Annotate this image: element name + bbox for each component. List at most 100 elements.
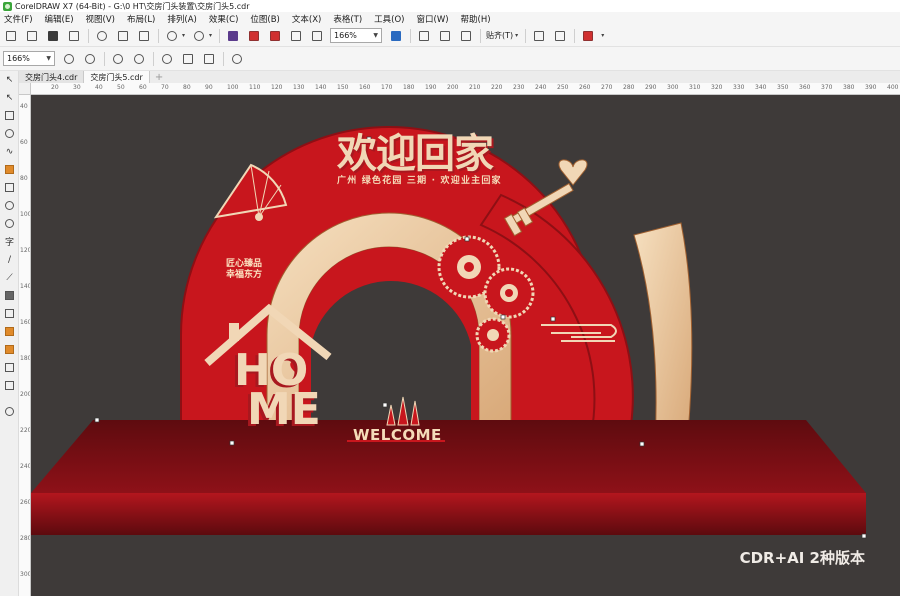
- save-icon[interactable]: [45, 28, 61, 44]
- outline-pen-icon[interactable]: [3, 379, 16, 392]
- drawing-canvas[interactable]: 欢迎回家 广州 绿色花园 三期 · 欢迎业主回家 匠心臻品 幸福东方 HO ME…: [31, 95, 900, 596]
- slogan-line2: 幸福东方: [226, 270, 263, 280]
- interactive-fill-icon[interactable]: [3, 343, 16, 356]
- document-tabs: 交房门头4.cdr 交房门头5.cdr +: [19, 71, 900, 83]
- ruler-h-label: 20: [51, 84, 59, 91]
- zoom-all-objects-icon[interactable]: [131, 51, 147, 67]
- polygon-tool-icon[interactable]: [3, 217, 16, 230]
- toolbar-divider: [158, 28, 159, 43]
- menu-file[interactable]: 文件(F): [4, 13, 33, 25]
- show-guidelines-icon[interactable]: [458, 28, 474, 44]
- color-eyedropper-icon[interactable]: [3, 325, 16, 338]
- toolbar-divider: [574, 28, 576, 43]
- add-toolbar-icon[interactable]: [229, 51, 245, 67]
- ruler-h-label: 370: [821, 84, 833, 91]
- menu-view[interactable]: 视图(V): [86, 13, 115, 25]
- menu-table[interactable]: 表格(T): [333, 13, 362, 25]
- menu-window[interactable]: 窗口(W): [417, 13, 449, 25]
- paste-icon[interactable]: [136, 28, 152, 44]
- ruler-v-label: 140: [20, 283, 31, 290]
- copy-icon[interactable]: [115, 28, 131, 44]
- welcome-screen-icon[interactable]: [531, 28, 547, 44]
- open-folder-icon[interactable]: [24, 28, 40, 44]
- zoom-page-width-icon[interactable]: [180, 51, 196, 67]
- pick-tool-icon[interactable]: ↖: [3, 73, 16, 86]
- publish-pdf-icon[interactable]: [288, 28, 304, 44]
- zoom-level-select[interactable]: 166% ▼: [330, 28, 383, 43]
- dimension-tool-icon[interactable]: ∕: [3, 253, 16, 266]
- color-palette-icon[interactable]: [580, 28, 596, 44]
- ruler-h-label: 270: [601, 84, 613, 91]
- right-gold-pillar: [633, 222, 693, 446]
- show-rulers-icon[interactable]: [416, 28, 432, 44]
- menu-help[interactable]: 帮助(H): [461, 13, 491, 25]
- application-launcher-icon[interactable]: [309, 28, 325, 44]
- shape-tool-icon[interactable]: ↖: [3, 91, 16, 104]
- new-document-icon[interactable]: [3, 28, 19, 44]
- undo-icon[interactable]: [164, 28, 180, 44]
- options-icon[interactable]: [552, 28, 568, 44]
- snap-to-button[interactable]: 贴齐(T): [486, 30, 513, 41]
- artistic-media-tool-icon[interactable]: [3, 163, 16, 176]
- print-icon[interactable]: [66, 28, 82, 44]
- menu-text[interactable]: 文本(X): [292, 13, 321, 25]
- ruler-v-label: 180: [20, 355, 31, 362]
- cut-icon[interactable]: [94, 28, 110, 44]
- ruler-v-label: 200: [20, 391, 31, 398]
- menu-edit[interactable]: 编辑(E): [45, 13, 74, 25]
- ruler-h-label: 80: [183, 84, 191, 91]
- zoom-out-icon[interactable]: [82, 51, 98, 67]
- redo-dropdown-icon[interactable]: ▾: [209, 32, 212, 39]
- property-bar: 166% ▼: [0, 47, 900, 71]
- show-grid-icon[interactable]: [437, 28, 453, 44]
- zoom-selected-icon[interactable]: [110, 51, 126, 67]
- zoom-in-icon[interactable]: [61, 51, 77, 67]
- menu-arrange[interactable]: 排列(A): [167, 13, 196, 25]
- full-screen-preview-icon[interactable]: [388, 28, 404, 44]
- snap-dropdown-icon[interactable]: ▾: [515, 32, 518, 39]
- freehand-tool-icon[interactable]: ∿: [3, 145, 16, 158]
- toolbox: ↖ ↖ ∿ 字 ∕ ⟋: [0, 71, 19, 596]
- zoom-page-icon[interactable]: [159, 51, 175, 67]
- add-tool-icon[interactable]: [3, 405, 16, 418]
- ruler-origin[interactable]: [19, 83, 31, 95]
- ruler-v-label: 160: [20, 319, 31, 326]
- chevron-down-icon: ▼: [46, 55, 51, 62]
- ruler-h-label: 60: [139, 84, 147, 91]
- zoom-tool-icon[interactable]: [3, 127, 16, 140]
- palette-dropdown-icon[interactable]: ▾: [601, 32, 604, 39]
- connector-tool-icon[interactable]: ⟋: [3, 271, 16, 284]
- doc-tab-1[interactable]: 交房门头4.cdr: [19, 71, 85, 83]
- import-icon[interactable]: [246, 28, 262, 44]
- crop-tool-icon[interactable]: [3, 109, 16, 122]
- house-chimney: [229, 323, 239, 341]
- toolbar-divider: [88, 28, 89, 43]
- search-content-icon[interactable]: [225, 28, 241, 44]
- drop-shadow-tool-icon[interactable]: [3, 289, 16, 302]
- ruler-h-label: 200: [447, 84, 459, 91]
- rectangle-tool-icon[interactable]: [3, 181, 16, 194]
- menu-layout[interactable]: 布局(L): [127, 13, 155, 25]
- menu-bitmaps[interactable]: 位图(B): [250, 13, 279, 25]
- property-zoom-select[interactable]: 166% ▼: [3, 51, 55, 66]
- transparency-tool-icon[interactable]: [3, 307, 16, 320]
- menu-tools[interactable]: 工具(O): [374, 13, 404, 25]
- ruler-v-label: 300: [20, 571, 31, 578]
- zoom-page-height-icon[interactable]: [201, 51, 217, 67]
- vertical-ruler[interactable]: 40 60 80 100 120 140 160 180 200 220 240 260 280 300: [19, 95, 31, 596]
- add-document-tab-icon[interactable]: +: [150, 71, 168, 83]
- menu-effects[interactable]: 效果(C): [209, 13, 239, 25]
- ruler-h-label: 250: [557, 84, 569, 91]
- text-tool-icon[interactable]: 字: [3, 235, 16, 248]
- horizontal-ruler[interactable]: 20 30 40 50 60 70 80 90 100 110 120 130 140 150 160 170…: [31, 83, 900, 95]
- ellipse-tool-icon[interactable]: [3, 199, 16, 212]
- undo-dropdown-icon[interactable]: ▾: [182, 32, 185, 39]
- ruler-h-label: 150: [337, 84, 349, 91]
- ruler-h-label: 300: [667, 84, 679, 91]
- home-text-bottom: ME: [247, 384, 321, 435]
- smart-fill-icon[interactable]: [3, 361, 16, 374]
- export-icon[interactable]: [267, 28, 283, 44]
- ruler-h-label: 190: [425, 84, 437, 91]
- redo-icon[interactable]: [191, 28, 207, 44]
- doc-tab-2[interactable]: 交房门头5.cdr: [84, 71, 150, 83]
